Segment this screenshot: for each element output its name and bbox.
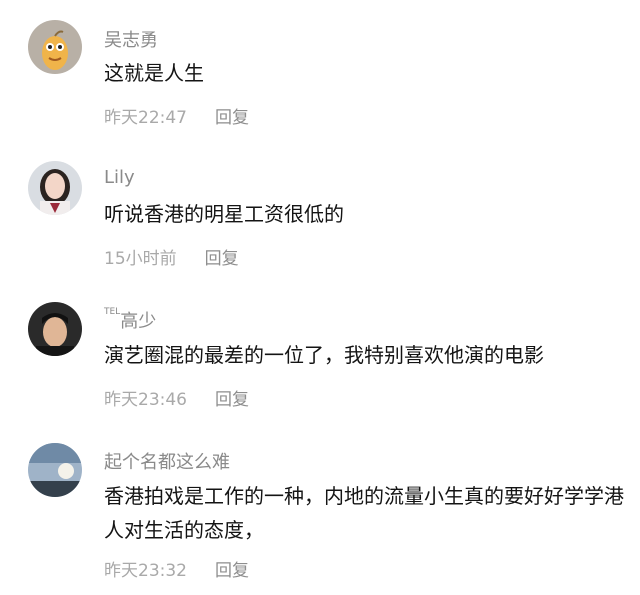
sky-landscape-avatar-icon bbox=[28, 443, 82, 497]
comment-username[interactable]: Lily bbox=[104, 167, 135, 188]
comment-username[interactable]: 起个名都这么难 bbox=[104, 448, 230, 474]
avatar[interactable] bbox=[28, 302, 82, 356]
tel-badge: TEL bbox=[104, 307, 121, 317]
woman-portrait-avatar-icon bbox=[28, 161, 82, 215]
comment-text: 香港拍戏是工作的一种，内地的流量小生真的要好好学学港人对生活的态度， bbox=[104, 484, 624, 542]
comment-time: 昨天23:46 bbox=[104, 390, 187, 410]
comment-text: 演艺圈混的最差的一位了，我特别喜欢他演的电影 bbox=[104, 343, 544, 367]
reply-button[interactable]: 回复 bbox=[215, 108, 249, 128]
comment-time: 昨天22:47 bbox=[104, 108, 187, 128]
comment-text: 这就是人生 bbox=[104, 61, 204, 85]
comment-text: 听说香港的明星工资很低的 bbox=[104, 202, 344, 226]
reply-button[interactable]: 回复 bbox=[205, 249, 239, 269]
comment-meta: 15小时前 回复 bbox=[104, 244, 239, 269]
avatar[interactable] bbox=[28, 443, 82, 497]
comment-time: 昨天23:32 bbox=[104, 561, 187, 581]
comment-username[interactable]: TEL高少 bbox=[104, 307, 156, 333]
reply-button[interactable]: 回复 bbox=[215, 390, 249, 410]
avatar[interactable] bbox=[28, 161, 82, 215]
reply-button[interactable]: 回复 bbox=[215, 561, 249, 581]
avatar[interactable] bbox=[28, 20, 82, 74]
man-portrait-avatar-icon bbox=[28, 302, 82, 356]
cartoon-avatar-icon bbox=[28, 20, 82, 74]
comment-time: 15小时前 bbox=[104, 249, 177, 269]
comment-username[interactable]: 吴志勇 bbox=[104, 26, 158, 52]
comment-meta: 昨天23:32 回复 bbox=[104, 556, 249, 581]
comment-meta: 昨天22:47 回复 bbox=[104, 103, 249, 128]
comment-meta: 昨天23:46 回复 bbox=[104, 385, 249, 410]
